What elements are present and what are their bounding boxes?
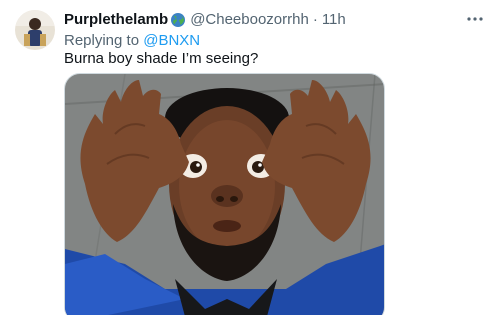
timestamp[interactable]: 11h — [322, 10, 346, 30]
meme-photo[interactable] — [64, 73, 385, 315]
tweet-header: Purplethelamb @Cheeboozorrhh · 11h — [64, 10, 346, 30]
reply-to-link[interactable]: @BNXN — [143, 32, 200, 49]
user-handle[interactable]: @Cheeboozorrhh — [190, 10, 309, 30]
more-options-icon — [467, 17, 483, 21]
avatar[interactable] — [15, 10, 55, 50]
globe-emoji-icon — [170, 12, 186, 28]
display-name[interactable]: Purplethelamb — [64, 10, 168, 30]
reply-prefix: Replying to — [64, 32, 140, 49]
replying-to: Replying to @BNXN — [64, 31, 200, 51]
separator-dot: · — [312, 11, 318, 28]
tweet-text: Burna boy shade I’m seeing? — [64, 50, 259, 67]
more-options-button[interactable] — [464, 9, 486, 29]
tweet: Purplethelamb @Cheeboozorrhh · 11h Reply… — [0, 0, 500, 315]
